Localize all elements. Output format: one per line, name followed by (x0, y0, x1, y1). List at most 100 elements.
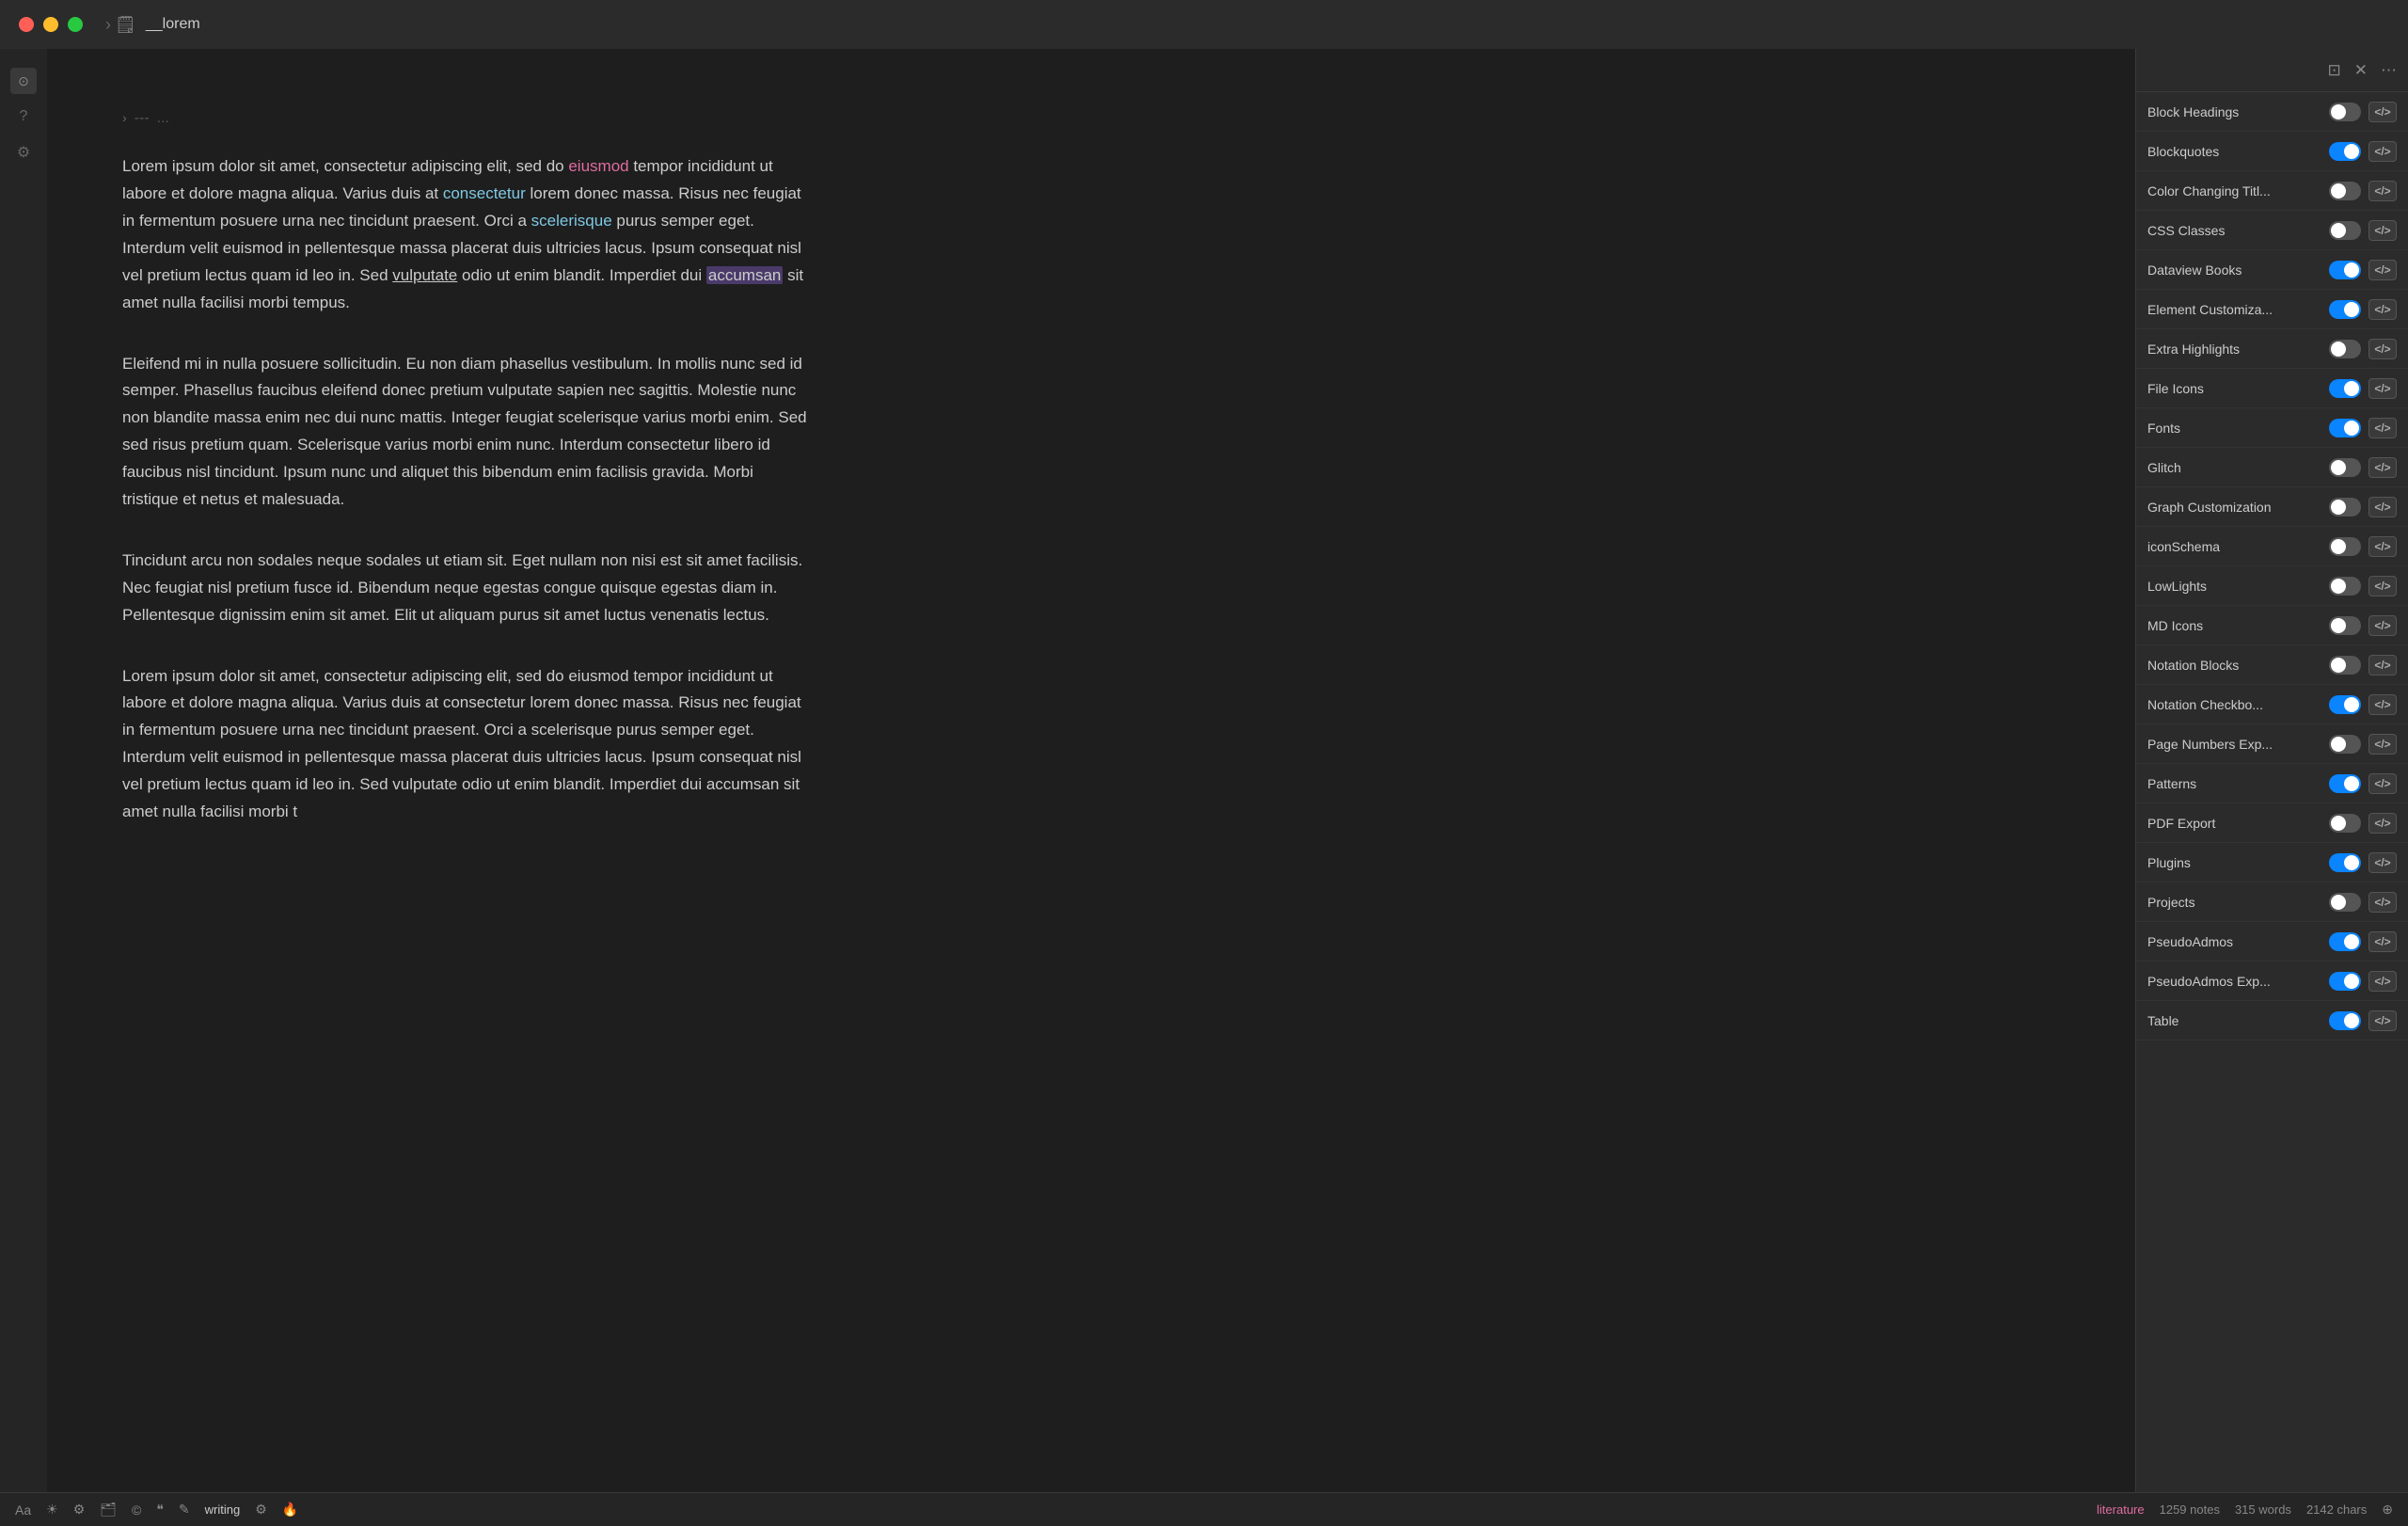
paragraph-3: Tincidunt arcu non sodales neque sodales… (122, 548, 809, 629)
plugin-toggle-glitch[interactable] (2329, 458, 2361, 477)
sidebar-icon-graph[interactable]: ⊙ (10, 68, 37, 94)
minimize-button[interactable] (43, 17, 58, 32)
plugin-code-btn-color-changing[interactable]: </> (2368, 181, 2397, 201)
statusbar-gear-icon[interactable]: ⚙ (73, 1502, 86, 1518)
plugin-code-btn-glitch[interactable]: </> (2368, 457, 2397, 478)
file-title: __lorem (146, 16, 200, 33)
plugin-code-btn-graph-customization[interactable]: </> (2368, 497, 2397, 517)
plugin-toggle-dataview-books[interactable] (2329, 261, 2361, 279)
plugin-name-md-icons: MD Icons (2147, 618, 2329, 633)
plugin-code-btn-page-numbers[interactable]: </> (2368, 734, 2397, 755)
plugin-code-btn-plugins[interactable]: </> (2368, 852, 2397, 873)
p1-highlight-eiusmod: eiusmod (568, 157, 628, 175)
plugin-code-btn-block-headings[interactable]: </> (2368, 102, 2397, 122)
plugin-controls-css-classes: </> (2329, 220, 2397, 241)
plugin-toggle-notation-blocks[interactable] (2329, 656, 2361, 675)
plugin-controls-element-customiza: </> (2329, 299, 2397, 320)
plugin-code-btn-extra-highlights[interactable]: </> (2368, 339, 2397, 359)
statusbar-folder-icon[interactable]: 🗂 (100, 1502, 117, 1518)
collapse-arrow-icon[interactable]: › (122, 107, 127, 130)
plugin-code-btn-md-icons[interactable]: </> (2368, 615, 2397, 636)
sidebar-icon-search[interactable]: ? (10, 103, 37, 130)
plugin-code-btn-pseudoadmos[interactable]: </> (2368, 931, 2397, 952)
plugin-toggle-color-changing[interactable] (2329, 182, 2361, 200)
plugin-controls-iconschema: </> (2329, 536, 2397, 557)
p3-text: Tincidunt arcu non sodales neque sodales… (122, 551, 802, 624)
plugin-code-btn-css-classes[interactable]: </> (2368, 220, 2397, 241)
plugin-toggle-css-classes[interactable] (2329, 221, 2361, 240)
panel-resize-icon[interactable]: ⊡ (2328, 61, 2341, 80)
plugin-item-plugins: Plugins</> (2136, 843, 2408, 882)
statusbar-end-icon[interactable]: ⊕ (2382, 1502, 2393, 1518)
statusbar-notes-count: 1259 notes (2160, 1502, 2220, 1517)
plugin-toggle-extra-highlights[interactable] (2329, 340, 2361, 358)
plugin-toggle-plugins[interactable] (2329, 853, 2361, 872)
plugin-name-pdf-export: PDF Export (2147, 816, 2329, 831)
plugin-code-btn-fonts[interactable]: </> (2368, 418, 2397, 438)
paragraph-2: Eleifend mi in nulla posuere sollicitudi… (122, 351, 809, 514)
plugin-code-btn-notation-blocks[interactable]: </> (2368, 655, 2397, 676)
plugin-code-btn-element-customiza[interactable]: </> (2368, 299, 2397, 320)
collapsed-dots: ... (157, 105, 169, 131)
nav-forward-icon[interactable]: › (105, 15, 111, 35)
plugin-code-btn-blockquotes[interactable]: </> (2368, 141, 2397, 162)
plugin-controls-lowlights: </> (2329, 576, 2397, 596)
plugin-toggle-patterns[interactable] (2329, 774, 2361, 793)
statusbar: Aa ☀ ⚙ 🗂 © ❝ ✎ writing ⚙ 🔥 literature 12… (0, 1492, 2408, 1526)
plugin-name-file-icons: File Icons (2147, 381, 2329, 396)
plugin-toggle-element-customiza[interactable] (2329, 300, 2361, 319)
plugin-name-blockquotes: Blockquotes (2147, 144, 2329, 159)
plugin-toggle-page-numbers[interactable] (2329, 735, 2361, 754)
plugin-code-btn-iconschema[interactable]: </> (2368, 536, 2397, 557)
plugin-code-btn-patterns[interactable]: </> (2368, 773, 2397, 794)
plugin-toggle-lowlights[interactable] (2329, 577, 2361, 596)
plugin-toggle-table[interactable] (2329, 1011, 2361, 1030)
statusbar-write-icon[interactable]: ✎ (179, 1502, 190, 1518)
plugin-name-patterns: Patterns (2147, 776, 2329, 791)
plugin-code-btn-dataview-books[interactable]: </> (2368, 260, 2397, 280)
plugin-code-btn-lowlights[interactable]: </> (2368, 576, 2397, 596)
file-title-area: 🗒 __lorem (115, 15, 200, 35)
close-button[interactable] (19, 17, 34, 32)
plugin-code-btn-pseudoadmos-exp[interactable]: </> (2368, 971, 2397, 992)
statusbar-stack-icon[interactable]: 🔥 (282, 1502, 298, 1518)
collapsed-label: --- (135, 105, 150, 131)
plugin-controls-color-changing: </> (2329, 181, 2397, 201)
plugin-code-btn-projects[interactable]: </> (2368, 892, 2397, 913)
plugin-toggle-block-headings[interactable] (2329, 103, 2361, 121)
plugin-code-btn-pdf-export[interactable]: </> (2368, 813, 2397, 834)
panel-close-icon[interactable]: ✕ (2354, 61, 2368, 80)
maximize-button[interactable] (68, 17, 83, 32)
plugin-toggle-iconschema[interactable] (2329, 537, 2361, 556)
statusbar-quote-icon[interactable]: ❝ (156, 1502, 164, 1518)
plugin-toggle-blockquotes[interactable] (2329, 142, 2361, 161)
plugin-code-btn-table[interactable]: </> (2368, 1010, 2397, 1031)
plugin-controls-notation-checkbo: </> (2329, 694, 2397, 715)
plugin-toggle-graph-customization[interactable] (2329, 498, 2361, 517)
statusbar-sun-icon[interactable]: ☀ (46, 1502, 58, 1518)
plugin-code-btn-notation-checkbo[interactable]: </> (2368, 694, 2397, 715)
plugin-name-extra-highlights: Extra Highlights (2147, 342, 2329, 357)
p4-text: Lorem ipsum dolor sit amet, consectetur … (122, 667, 801, 820)
plugin-toggle-notation-checkbo[interactable] (2329, 695, 2361, 714)
statusbar-settings2-icon[interactable]: ⚙ (255, 1502, 267, 1518)
plugin-toggle-pdf-export[interactable] (2329, 814, 2361, 833)
plugin-toggle-file-icons[interactable] (2329, 379, 2361, 398)
plugin-toggle-pseudoadmos[interactable] (2329, 932, 2361, 951)
statusbar-font-icon[interactable]: Aa (15, 1502, 31, 1518)
plugin-item-iconschema: iconSchema</> (2136, 527, 2408, 566)
plugin-controls-patterns: </> (2329, 773, 2397, 794)
plugin-toggle-fonts[interactable] (2329, 419, 2361, 437)
plugin-code-btn-file-icons[interactable]: </> (2368, 378, 2397, 399)
plugin-name-dataview-books: Dataview Books (2147, 262, 2329, 278)
plugin-toggle-md-icons[interactable] (2329, 616, 2361, 635)
plugin-toggle-projects[interactable] (2329, 893, 2361, 912)
left-sidebar: ⊙ ? ⚙ (0, 49, 47, 1492)
plugin-name-page-numbers: Page Numbers Exp... (2147, 737, 2329, 752)
plugin-toggle-pseudoadmos-exp[interactable] (2329, 972, 2361, 991)
panel-more-icon[interactable]: ⋯ (2381, 61, 2397, 80)
right-panel-header: ⊡ ✕ ⋯ (2136, 49, 2408, 92)
statusbar-copyright-icon[interactable]: © (132, 1502, 141, 1518)
plugin-controls-glitch: </> (2329, 457, 2397, 478)
sidebar-icon-settings[interactable]: ⚙ (10, 139, 37, 166)
